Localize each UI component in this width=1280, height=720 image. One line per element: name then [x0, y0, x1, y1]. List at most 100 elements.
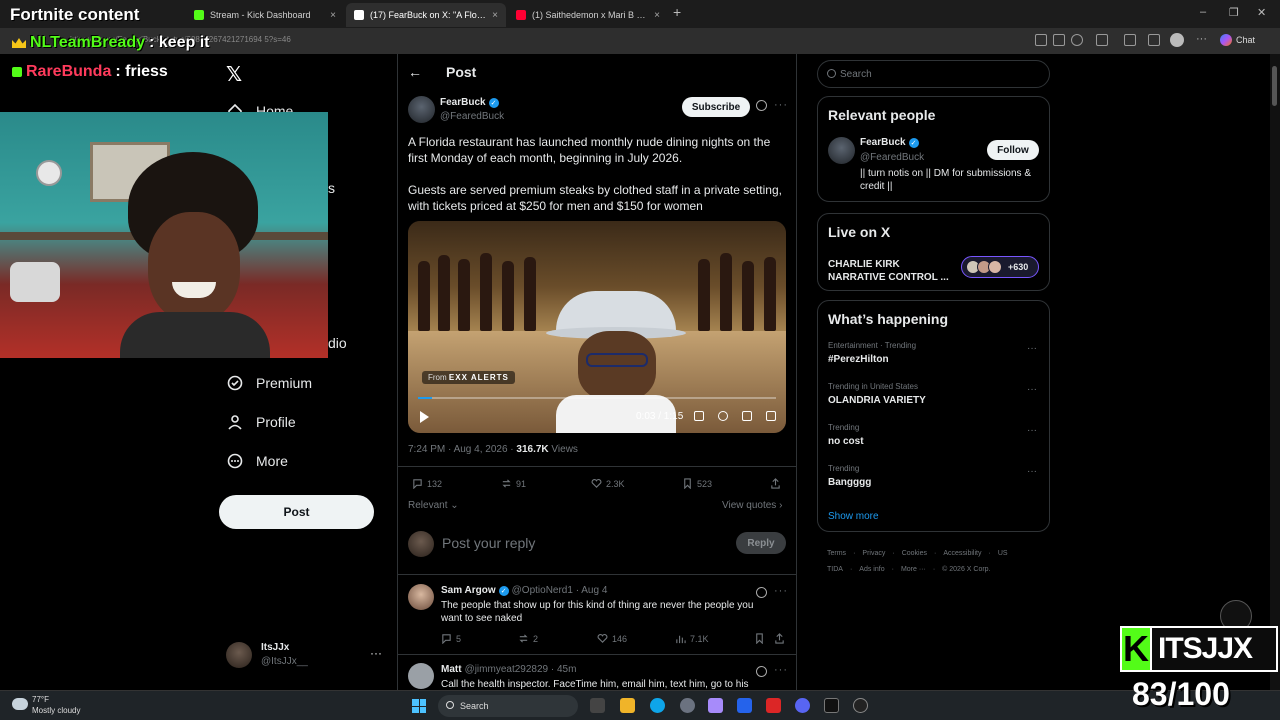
taskbar-search[interactable]: Search — [438, 695, 578, 717]
comment-bookmark-action[interactable] — [754, 633, 765, 644]
bookmark-action[interactable]: 523 — [682, 478, 712, 489]
trend-more-icon[interactable]: ··· — [1027, 466, 1037, 477]
fullscreen-icon[interactable] — [766, 411, 776, 421]
task-view-icon[interactable] — [590, 698, 605, 713]
page-scrollbar[interactable] — [1270, 54, 1280, 690]
footer-link[interactable]: Terms — [827, 550, 846, 557]
split-screen-icon[interactable] — [1035, 34, 1047, 46]
footer-link[interactable]: More ··· — [901, 566, 926, 573]
close-window-button[interactable]: ✕ — [1257, 6, 1266, 19]
search-input[interactable]: Search — [817, 60, 1050, 88]
favorites-icon[interactable] — [1148, 34, 1160, 46]
trend-more-icon[interactable]: ··· — [1027, 425, 1037, 436]
like-action[interactable]: 2.3K — [591, 478, 625, 489]
nav-more[interactable]: More — [226, 452, 288, 470]
grok-icon[interactable] — [756, 666, 767, 677]
comment-views-action[interactable]: 7.1K — [675, 633, 709, 644]
footer-link[interactable]: Ads info — [859, 566, 884, 573]
reply-button[interactable]: Reply — [736, 532, 786, 554]
footer-link[interactable]: © 2026 X Corp. — [942, 566, 990, 573]
settings-gear-icon[interactable] — [718, 411, 728, 421]
compose-post-button[interactable]: Post — [219, 495, 374, 529]
new-tab-button[interactable]: + — [673, 4, 681, 20]
view-quotes-link[interactable]: View quotes › — [722, 500, 782, 511]
reply-action[interactable]: 132 — [412, 478, 442, 489]
trend-name[interactable]: Bangggg — [828, 477, 871, 488]
commenter-avatar[interactable] — [408, 663, 434, 689]
nav-partial-label[interactable]: s — [328, 180, 335, 196]
avatar[interactable] — [828, 137, 855, 164]
tab-kick-dashboard[interactable]: Stream - Kick Dashboard × — [186, 3, 344, 27]
commenter-avatar[interactable] — [408, 584, 434, 610]
tab-close-icon[interactable]: × — [330, 10, 336, 21]
grok-icon[interactable] — [756, 587, 767, 598]
trend-name[interactable]: no cost — [828, 436, 864, 447]
post-more-icon[interactable]: ··· — [774, 99, 788, 111]
browser-profile-avatar[interactable] — [1170, 33, 1184, 47]
live-listeners-pill[interactable]: +630 — [961, 256, 1039, 278]
commenter-name[interactable]: Matt @jimmyeat292829 · 45m — [441, 664, 576, 675]
subscribe-button[interactable]: Subscribe — [682, 97, 750, 117]
person-handle[interactable]: @FearedBuck — [860, 152, 924, 163]
play-icon[interactable] — [420, 411, 429, 423]
video-progress-bar[interactable] — [418, 397, 776, 399]
tab-youtube[interactable]: (1) Saithedemon x Mari B - Suge | × — [508, 3, 668, 27]
x-logo[interactable]: 𝕏 — [226, 62, 242, 87]
live-space-title[interactable]: CHARLIE KIRK NARRATIVE CONTROL ... — [828, 258, 958, 284]
footer-link[interactable]: Cookies — [902, 550, 927, 557]
windows-start-icon[interactable] — [412, 699, 426, 713]
comment-repost-action[interactable]: 2 — [518, 633, 538, 644]
maximize-button[interactable]: ❐ — [1229, 6, 1239, 19]
app-icon[interactable] — [766, 698, 781, 713]
repost-action[interactable]: 91 — [501, 478, 526, 489]
volume-icon[interactable] — [694, 411, 704, 421]
author-name[interactable]: FearBuck ✓ — [440, 97, 499, 108]
share-action[interactable] — [770, 478, 781, 489]
scrollbar-thumb[interactable] — [1272, 66, 1277, 106]
comment-like-action[interactable]: 146 — [597, 633, 627, 644]
commenter-name[interactable]: Sam Argow ✓ @OptioNerd1 · Aug 4 — [441, 585, 607, 596]
video-player[interactable]: From EXX ALERTS 0:03 / 1:15 — [408, 221, 786, 433]
comment-more-icon[interactable]: ··· — [774, 664, 788, 676]
back-arrow-icon[interactable]: ← — [408, 64, 422, 80]
store-icon[interactable] — [737, 698, 752, 713]
sidebar-icon[interactable] — [1124, 34, 1136, 46]
pip-icon[interactable] — [742, 411, 752, 421]
discord-icon[interactable] — [795, 698, 810, 713]
follow-button[interactable]: Follow — [987, 140, 1039, 160]
sort-dropdown[interactable]: Relevant ⌄ — [408, 500, 459, 511]
copilot-button[interactable]: Chat — [1220, 34, 1255, 46]
person-name[interactable]: FearBuck ✓ — [860, 137, 919, 148]
tab-close-icon[interactable]: × — [492, 10, 498, 21]
author-avatar[interactable] — [408, 96, 435, 123]
account-more-icon[interactable]: ··· — [370, 646, 382, 660]
comment-more-icon[interactable]: ··· — [774, 585, 788, 597]
account-switcher[interactable]: ItsJJx @ItsJJx__ ··· — [226, 640, 386, 674]
favorite-star-icon[interactable] — [1071, 34, 1083, 46]
trend-name[interactable]: #PerezHilton — [828, 354, 889, 365]
minimize-button[interactable]: – — [1200, 6, 1206, 18]
author-handle[interactable]: @FearedBuck — [440, 111, 504, 122]
comment-reply-action[interactable]: 5 — [441, 633, 461, 644]
nav-profile[interactable]: Profile — [226, 413, 296, 431]
weather-widget[interactable]: 77°F Mostly cloudy — [12, 694, 80, 716]
reading-view-icon[interactable] — [1053, 34, 1065, 46]
trend-more-icon[interactable]: ··· — [1027, 384, 1037, 395]
show-more-link[interactable]: Show more — [828, 511, 879, 522]
epic-games-icon[interactable] — [824, 698, 839, 713]
file-explorer-icon[interactable] — [620, 698, 635, 713]
grok-icon[interactable] — [756, 100, 767, 111]
app-icon[interactable] — [680, 698, 695, 713]
tab-close-icon[interactable]: × — [654, 10, 660, 21]
nav-premium[interactable]: Premium — [226, 374, 312, 392]
trend-name[interactable]: OLANDRIA VARIETY — [828, 395, 926, 406]
edge-icon[interactable] — [650, 698, 665, 713]
browser-menu-button[interactable]: ··· — [1196, 33, 1207, 45]
tab-x-post[interactable]: (17) FearBuck on X: "A Florida resta × — [346, 3, 506, 27]
footer-link[interactable]: Privacy — [862, 550, 885, 557]
nav-partial-label[interactable]: dio — [328, 335, 347, 351]
reply-input[interactable]: Post your reply — [442, 535, 535, 551]
extension-icon[interactable] — [1096, 34, 1108, 46]
trend-more-icon[interactable]: ··· — [1027, 343, 1037, 354]
app-icon[interactable] — [853, 698, 868, 713]
